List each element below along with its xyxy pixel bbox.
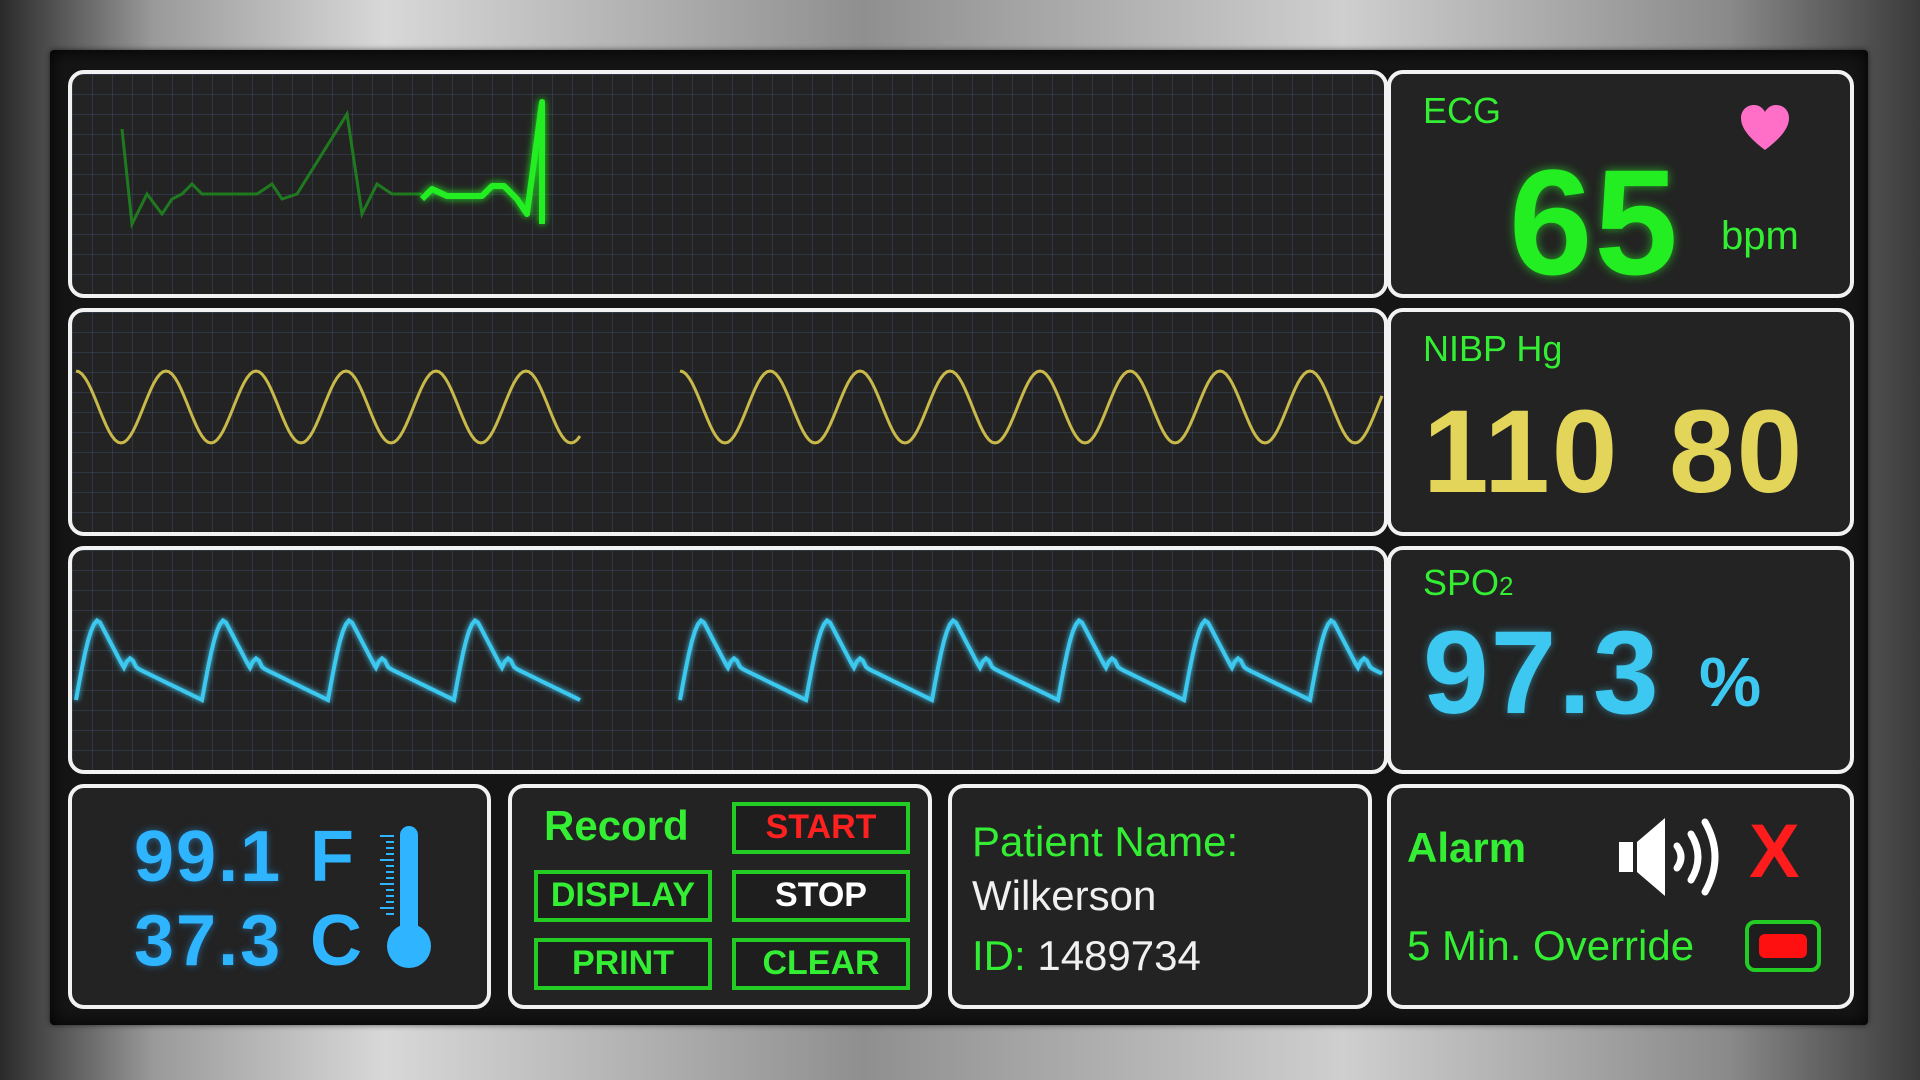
- nibp-diastolic-value: 80: [1669, 386, 1805, 518]
- alarm-title: Alarm: [1407, 824, 1527, 871]
- speaker-icon[interactable]: [1617, 812, 1737, 902]
- record-controls-panel: Record START DISPLAY STOP PRINT CLEAR: [508, 784, 932, 1009]
- patient-id: 1489734: [1037, 932, 1201, 979]
- heart-rate-value: 65: [1509, 138, 1680, 298]
- ecg-label: ECG: [1423, 90, 1502, 131]
- alarm-panel: Alarm X 5 Min. Override: [1387, 784, 1854, 1009]
- spo2-unit: %: [1699, 643, 1764, 721]
- override-toggle-indicator: [1759, 934, 1807, 958]
- mute-x-icon[interactable]: X: [1749, 814, 1800, 890]
- spo2-value: 97.3: [1423, 607, 1661, 739]
- spo2-label: SPO2: [1423, 562, 1514, 604]
- patient-id-row: ID: 1489734: [972, 932, 1201, 980]
- print-button[interactable]: PRINT: [534, 938, 712, 990]
- temp-celsius-value: 37.3: [134, 901, 283, 981]
- nibp-systolic-value: 110: [1423, 386, 1620, 518]
- spo2-label-main: SPO: [1423, 562, 1500, 603]
- monitor-bezel: ECG 65 bpm NIBP Hg 110 80 SPO2 97.3 % 99…: [50, 50, 1868, 1025]
- spo2-readout-panel: SPO2 97.3 %: [1387, 546, 1854, 774]
- ecg-trace-history: [120, 109, 422, 230]
- nibp-label: NIBP Hg: [1423, 328, 1563, 369]
- override-label: 5 Min. Override: [1407, 922, 1695, 969]
- start-button[interactable]: START: [732, 802, 910, 854]
- temperature-panel: 99.1 F 37.3 C: [68, 784, 491, 1009]
- patient-name-label: Patient Name:: [972, 818, 1239, 865]
- spo2-waveform-panel: [68, 546, 1388, 774]
- temp-fahrenheit-value: 99.1: [134, 817, 283, 897]
- nibp-readout-panel: NIBP Hg 110 80: [1387, 308, 1854, 536]
- nibp-trace: [75, 369, 1384, 445]
- clear-button[interactable]: CLEAR: [732, 938, 910, 990]
- ecg-waveform: [120, 99, 545, 230]
- spo2-trace: [74, 617, 1383, 703]
- temp-c-unit: C: [310, 901, 364, 981]
- nibp-waveform: [75, 369, 1384, 445]
- temp-f-unit: F: [310, 817, 356, 897]
- bpm-unit: bpm: [1721, 214, 1799, 258]
- thermometer-icon: [380, 826, 431, 968]
- override-toggle[interactable]: [1745, 920, 1821, 972]
- spo2-label-sub: 2: [1499, 571, 1514, 601]
- ecg-readout-panel: ECG 65 bpm: [1387, 70, 1854, 298]
- stop-button[interactable]: STOP: [732, 870, 910, 922]
- patient-id-label: ID:: [972, 932, 1026, 979]
- heart-icon: [1741, 105, 1789, 150]
- spo2-waveform: [74, 617, 1383, 703]
- nibp-waveform-panel: [68, 308, 1388, 536]
- record-title: Record: [544, 802, 689, 849]
- patient-name: Wilkerson: [972, 872, 1157, 919]
- ecg-waveform-panel: [68, 70, 1388, 298]
- ecg-trace-live: [419, 99, 545, 224]
- patient-info-panel: Patient Name: Wilkerson ID: 1489734: [948, 784, 1372, 1009]
- display-button[interactable]: DISPLAY: [534, 870, 712, 922]
